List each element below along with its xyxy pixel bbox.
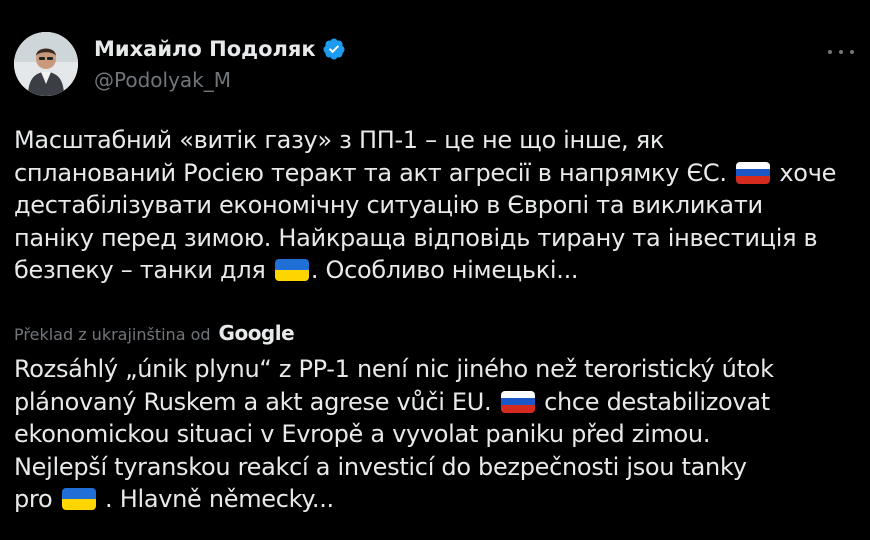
original-line: Масштабний «витік газу» з ПП-1 – це не щ… — [14, 126, 665, 154]
translated-line: plánovaný Ruskem a akt agrese vůči EU. c… — [14, 386, 860, 419]
translated-line: Rozsáhlý „únik plynu“ z PP-1 není nic ji… — [14, 355, 774, 383]
translated-line-segment: chce destabilizovat — [544, 387, 770, 416]
translated-line: pro . Hlavně německy... — [14, 483, 860, 516]
google-logo: Google — [218, 321, 295, 345]
original-line: спланований Росією теракт та акт агресії… — [14, 157, 860, 190]
avatar[interactable] — [14, 32, 78, 96]
tweet-text-original: Масштабний «витік газу» з ПП-1 – це не щ… — [14, 124, 860, 287]
translated-line-segment: plánovaný Ruskem a akt agrese vůči EU. — [14, 387, 492, 416]
translated-line-segment: pro — [14, 485, 53, 514]
author-handle[interactable]: @Podolyak_M — [94, 68, 346, 92]
translation-note-label: Překlad z ukrajinština od — [14, 324, 211, 344]
tweet: Михайло Подоляк @Podolyak_M Масштабний «… — [0, 0, 870, 540]
avatar-image — [14, 32, 78, 96]
display-name-row: Михайло Подоляк — [94, 34, 346, 64]
translated-line: ekonomickou situaci v Evropě a vyvolat p… — [14, 420, 711, 449]
tweet-header: Михайло Подоляк @Podolyak_M — [14, 30, 856, 100]
original-line-segment: . Особливо німецькі... — [310, 256, 579, 285]
original-line-segment: хоче — [779, 158, 837, 187]
original-line: безпеку – танки для . Особливо німецькі.… — [14, 254, 860, 287]
original-line-segment: безпеку – танки для — [14, 256, 266, 285]
tweet-text-translated: Rozsáhlý „únik plynu“ z PP-1 není nic ji… — [14, 353, 860, 516]
russia-flag-emoji — [500, 390, 535, 413]
original-line-segment: спланований Росією теракт та акт агресії… — [14, 158, 727, 187]
ukraine-flag-emoji — [61, 488, 96, 511]
translated-line: Nejlepší tyranskou reakcí a investicí do… — [14, 452, 747, 481]
russia-flag-emoji — [736, 161, 771, 184]
ukraine-flag-emoji — [274, 259, 309, 282]
more-options-icon[interactable] — [826, 42, 856, 62]
display-name[interactable]: Михайло Подоляк — [94, 37, 316, 61]
verified-badge-icon[interactable] — [322, 37, 346, 61]
original-line: паніку перед зимою. Найкраща відповідь т… — [14, 223, 818, 252]
original-line: дестабілізувати економічну ситуацію в Єв… — [14, 191, 763, 220]
translated-line-segment: . Hlavně německy... — [105, 485, 334, 514]
author-block: Михайло Подоляк @Podolyak_M — [94, 34, 346, 92]
translation-note[interactable]: Překlad z ukrajinština od Google — [14, 321, 295, 346]
